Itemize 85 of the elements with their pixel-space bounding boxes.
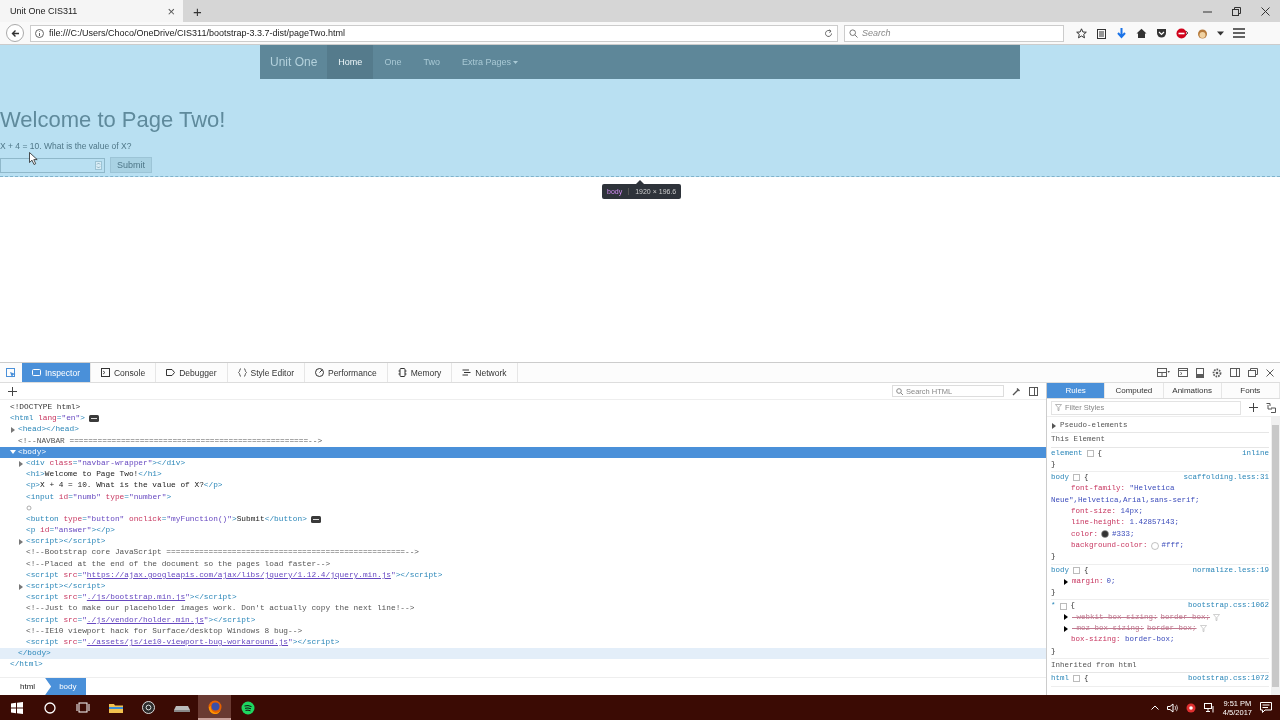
add-rule-icon[interactable] [1249, 403, 1258, 412]
task-view-icon[interactable] [75, 702, 90, 713]
breadcrumb[interactable]: html [10, 678, 46, 695]
clipboard-icon[interactable] [1096, 27, 1107, 39]
devtools-tab[interactable]: Network [452, 363, 518, 382]
search-field[interactable]: Search [844, 24, 1064, 42]
aperture-icon[interactable] [142, 701, 155, 714]
tag-icon [166, 368, 176, 377]
question-text: X + 4 = 10. What is the value of X? [0, 141, 133, 151]
caret-icon[interactable] [1217, 30, 1224, 36]
search-icon [849, 28, 858, 38]
split-console-icon[interactable] [1178, 368, 1188, 377]
record-icon[interactable] [1185, 702, 1196, 713]
tab-title: Unit One CIS311 [10, 6, 79, 16]
color-swatch[interactable] [1150, 541, 1159, 550]
close-icon[interactable] [1266, 368, 1274, 377]
browser-globe-icon [207, 699, 222, 714]
reload-icon[interactable] [824, 28, 833, 38]
home-icon[interactable] [1136, 27, 1147, 39]
browser-tab[interactable]: Unit One CIS311 × [0, 0, 183, 22]
rule-toggle-icon[interactable] [1073, 474, 1080, 482]
menu-icon[interactable] [1233, 28, 1245, 38]
layout-icon[interactable] [1157, 368, 1170, 377]
devtools-tab[interactable]: Performance [304, 363, 388, 382]
taskbar-button[interactable] [198, 695, 231, 720]
popout-icon[interactable] [1248, 368, 1258, 377]
network-icon[interactable] [1203, 702, 1215, 713]
chip-icon [397, 368, 407, 377]
star-icon[interactable] [1076, 27, 1087, 39]
speaker-icon[interactable] [1166, 702, 1178, 713]
number-field[interactable] [0, 157, 105, 173]
back-arrow-icon [10, 28, 20, 38]
page-heading: Welcome to Page Two! [0, 106, 227, 133]
caret-icon [512, 60, 518, 64]
rule-toggle-icon[interactable] [1059, 602, 1067, 610]
nav-link[interactable]: Home [327, 45, 374, 79]
devtools-tab[interactable]: Debugger [156, 363, 228, 382]
collapsed-arrow-icon[interactable] [1051, 422, 1057, 429]
add-node-icon[interactable] [8, 386, 17, 396]
rule-toggle-icon[interactable] [1073, 675, 1080, 683]
filter-icon [1055, 404, 1062, 411]
gauge-icon [314, 368, 324, 377]
back-button[interactable] [6, 24, 24, 42]
scrollbar[interactable] [1271, 417, 1280, 695]
element-picker-icon[interactable] [6, 367, 16, 378]
event-badge-icon[interactable] [88, 415, 99, 423]
music-app-icon[interactable] [240, 700, 255, 715]
notifications-icon[interactable] [1260, 701, 1272, 714]
stop-sign-icon[interactable] [1176, 27, 1188, 39]
class-toggle-icon[interactable] [1266, 402, 1276, 413]
event-badge-icon[interactable] [310, 515, 321, 523]
console-icon [100, 368, 110, 377]
expanded-arrow-icon[interactable] [10, 449, 16, 456]
devtools-tab[interactable]: Memory [387, 363, 453, 382]
collapsed-arrow-icon[interactable] [1063, 578, 1069, 585]
devtools-tab[interactable]: Style Editor [227, 363, 305, 382]
sidebar-icon[interactable] [1230, 368, 1240, 377]
color-swatch[interactable] [1101, 530, 1109, 539]
search-icon [896, 387, 903, 395]
address-bar[interactable]: file:///C:/Users/Choco/OneDrive/CIS311/bootstrap-3.3.7-dist/pageTwo.html [30, 24, 838, 42]
rule-toggle-icon[interactable] [1086, 449, 1094, 457]
windows-start-icon[interactable] [10, 701, 23, 714]
download-icon[interactable] [1116, 27, 1127, 39]
tab-close-button[interactable]: × [167, 4, 175, 18]
info-icon[interactable] [35, 28, 44, 38]
inspector-icon [32, 368, 41, 377]
devtools-tab[interactable]: Console [90, 363, 157, 382]
settings-icon[interactable] [1212, 367, 1222, 378]
cursor-icon [29, 152, 38, 165]
folder-icon[interactable] [108, 701, 123, 714]
search-circle-icon[interactable] [43, 701, 56, 714]
new-tab-button[interactable]: + [183, 0, 212, 22]
url-text: file:///C:/Users/Choco/OneDrive/CIS311/bootstrap-3.3.7-dist/pageTwo.html [49, 28, 346, 38]
drive-icon[interactable] [173, 703, 190, 712]
restore-icon[interactable] [1232, 6, 1241, 16]
panel-toggle-icon[interactable] [1029, 386, 1038, 396]
pocket-icon[interactable] [1156, 27, 1167, 39]
dock-icon[interactable] [1196, 367, 1204, 378]
tray-expand-icon[interactable] [1150, 705, 1159, 710]
eyedropper-icon[interactable] [1012, 386, 1021, 396]
whitespace-node-icon [26, 505, 32, 512]
braces-icon [237, 368, 247, 377]
close-icon[interactable] [1261, 6, 1270, 16]
rule-toggle-icon[interactable] [1073, 566, 1080, 574]
list-icon [462, 368, 472, 377]
